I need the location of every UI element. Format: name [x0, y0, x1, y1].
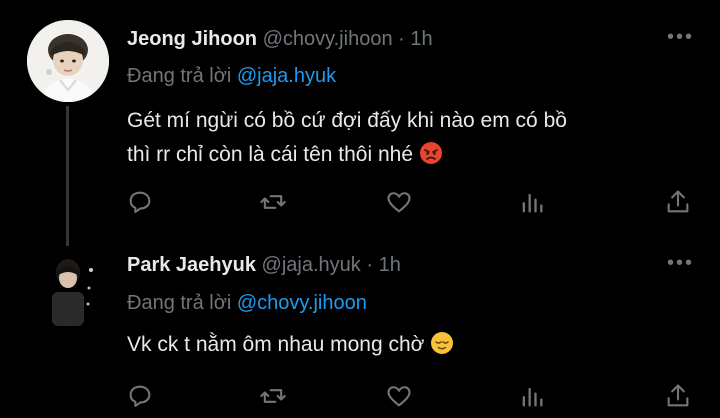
timestamp[interactable]: 1h [379, 254, 401, 276]
avatar[interactable] [42, 248, 94, 330]
angry-face-emoji-icon [419, 141, 443, 176]
reply-icon[interactable] [126, 382, 156, 412]
more-options-icon[interactable]: ••• [667, 252, 694, 275]
timestamp[interactable]: 1h [410, 28, 432, 50]
views-icon[interactable] [518, 188, 548, 218]
avatar[interactable] [27, 20, 109, 102]
author-handle[interactable]: @jaja.hyuk [262, 254, 361, 276]
separator-dot: · [366, 254, 374, 276]
replying-to-label: Đang trả lời [127, 292, 232, 314]
reply-icon[interactable] [126, 188, 156, 218]
retweet-icon[interactable] [259, 382, 289, 412]
tweet-text-line: thì rr chỉ còn là cái tên thôi nhé [127, 138, 687, 176]
relieved-face-emoji-icon [430, 331, 454, 366]
author-name[interactable]: Park Jaehyuk [127, 254, 256, 276]
share-icon[interactable] [664, 188, 694, 218]
tweet-text: Gét mí ngừi có bồ cứ đợi đấy khi nào em … [127, 104, 687, 176]
tweet-text: Vk ck t nằm ôm nhau mong chờ [127, 328, 687, 366]
replying-to-label: Đang trả lời [127, 65, 232, 87]
like-icon[interactable] [385, 188, 415, 218]
tweet[interactable]: Jeong Jihoon @chovy.jihoon · 1h ••• Đang… [0, 0, 720, 246]
author-handle[interactable]: @chovy.jihoon [263, 28, 393, 50]
retweet-icon[interactable] [259, 188, 289, 218]
tweet-actions [0, 188, 720, 218]
like-icon[interactable] [385, 382, 415, 412]
separator-dot: · [398, 28, 405, 50]
tweet-text-line: Gét mí ngừi có bồ cứ đợi đấy khi nào em … [127, 109, 567, 132]
thread-connector-line [66, 106, 69, 246]
author-name[interactable]: Jeong Jihoon [127, 28, 257, 50]
share-icon[interactable] [664, 382, 694, 412]
replying-to-mention[interactable]: @chovy.jihoon [237, 292, 367, 314]
views-icon[interactable] [518, 382, 548, 412]
more-options-icon[interactable]: ••• [667, 26, 694, 49]
replying-to-mention[interactable]: @jaja.hyuk [237, 65, 336, 87]
tweet-header: Jeong Jihoon @chovy.jihoon · 1h [127, 28, 433, 51]
tweet-header: Park Jaehyuk @jaja.hyuk · 1h [127, 254, 401, 277]
replying-to: Đang trả lời @chovy.jihoon [127, 292, 367, 315]
tweet-actions [0, 382, 720, 412]
replying-to: Đang trả lời @jaja.hyuk [127, 65, 336, 88]
tweet-text-line: Vk ck t nằm ôm nhau mong chờ [127, 328, 687, 366]
tweet[interactable]: Park Jaehyuk @jaja.hyuk · 1h ••• Đang tr… [0, 240, 720, 418]
